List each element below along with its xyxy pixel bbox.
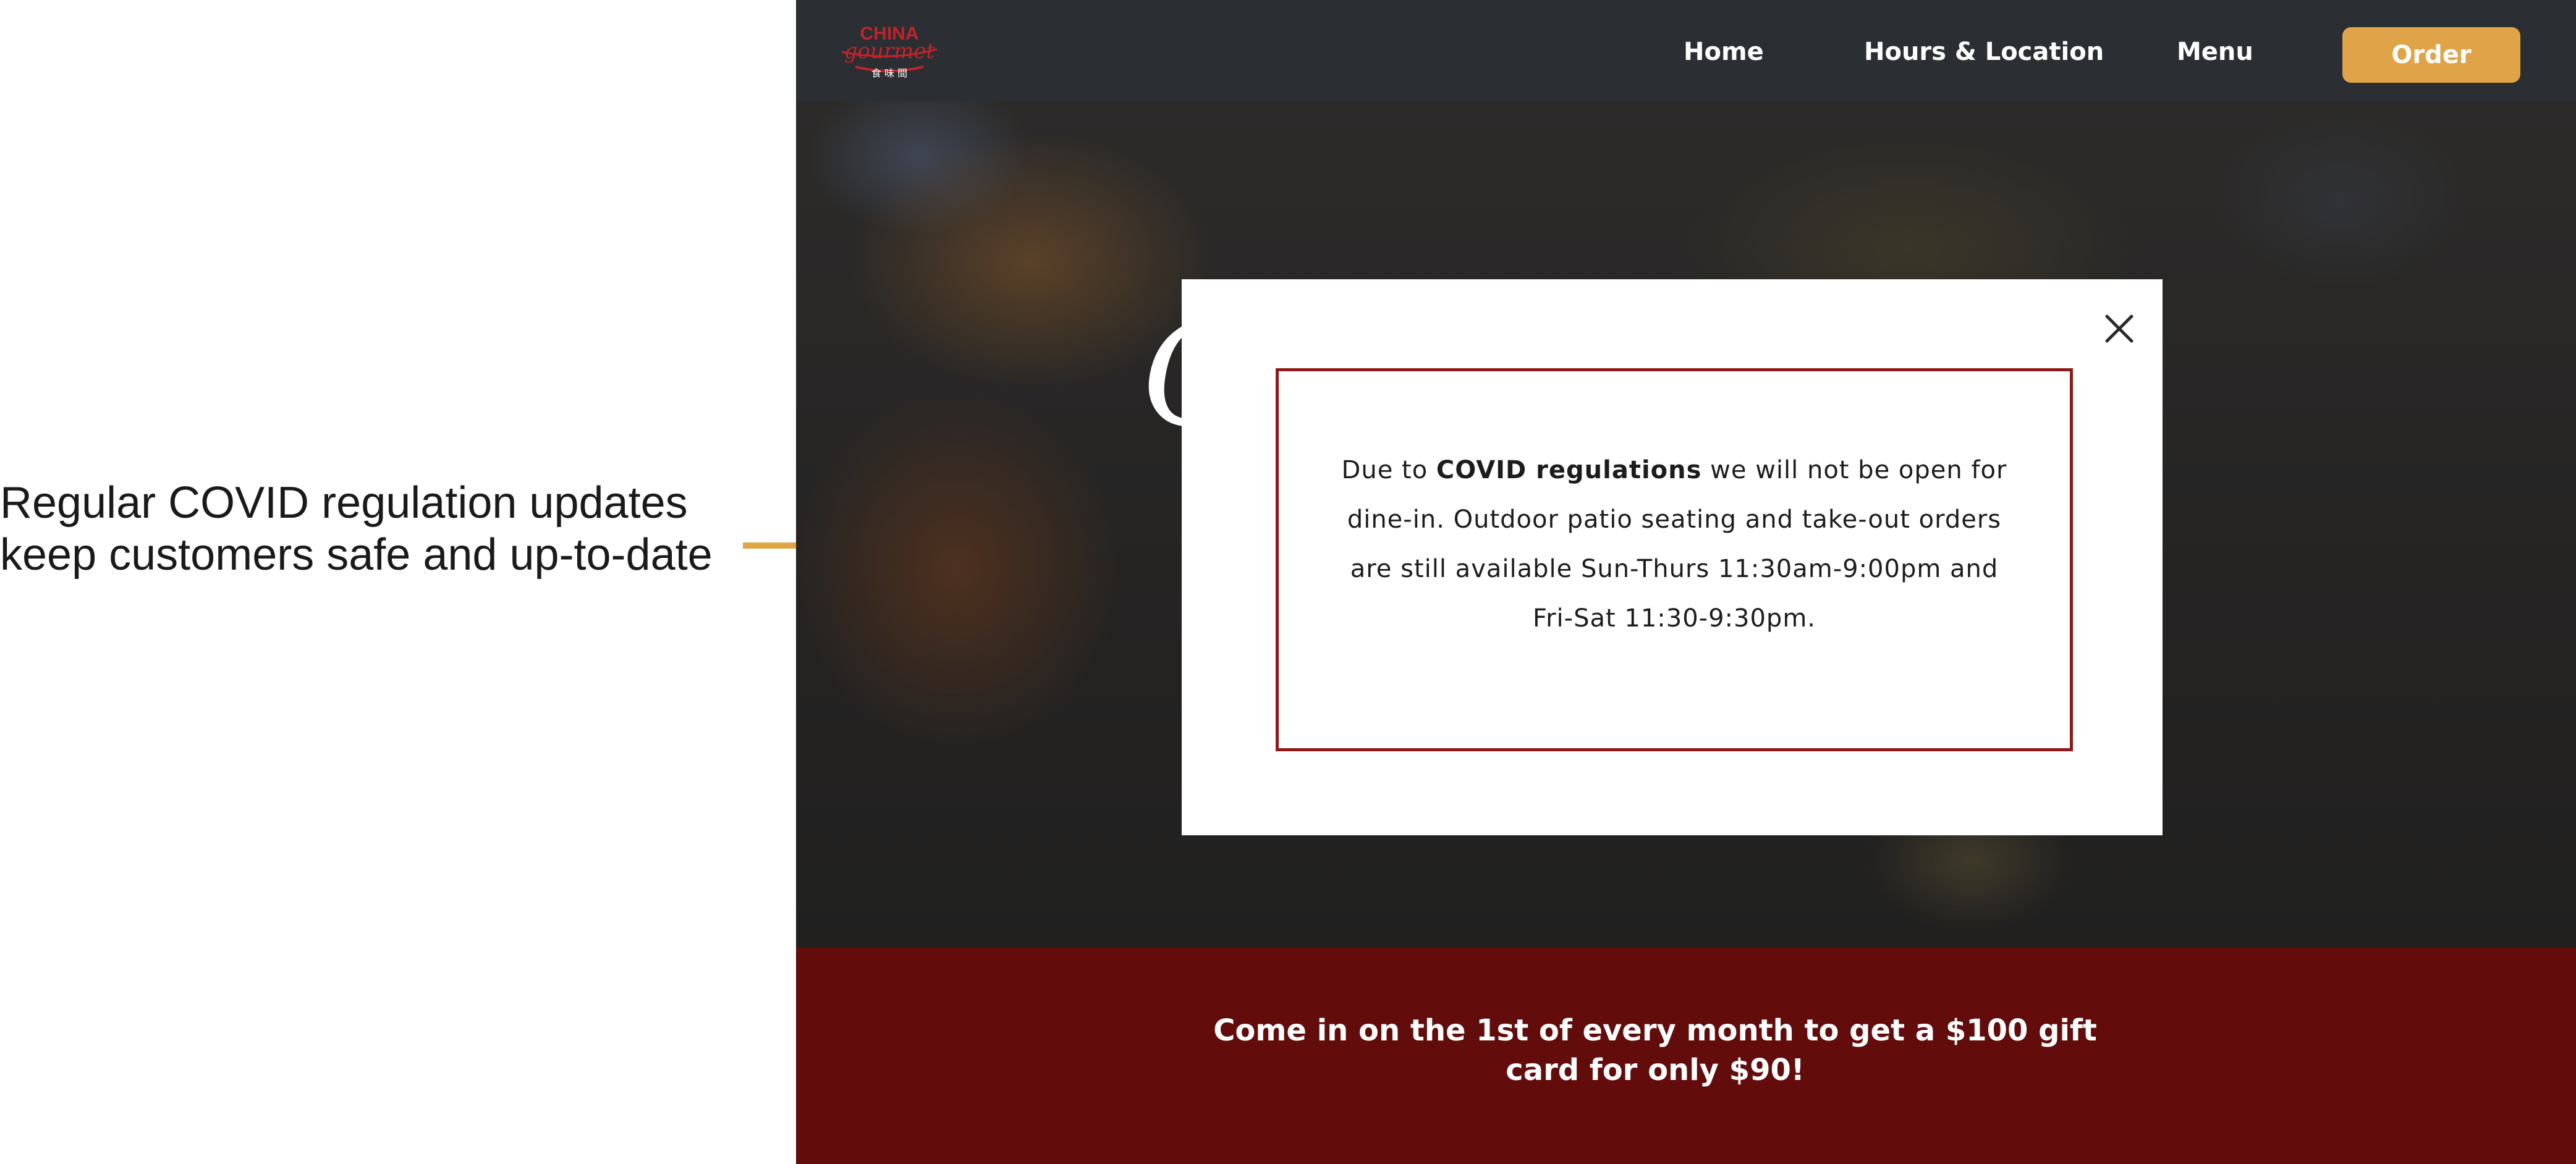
notice-box: Due to COVID regulations we will not be … [1276,368,2073,751]
nav-menu-link[interactable]: Menu [2177,35,2253,69]
notice-text-intro: Due to [1341,456,1436,484]
close-icon[interactable] [2102,311,2137,346]
nav-hours-location-link[interactable]: Hours & Location [1864,35,2104,69]
annotation-line-2: keep customers safe and up-to-date [0,530,713,580]
logo-text-gourmet: gourmet [844,39,935,64]
china-gourmet-logo[interactable]: CHINA gourmet 食 味 間 [837,19,942,80]
website-screenshot: CHINA gourmet 食 味 間 Home Hours & Locatio… [796,0,2576,1164]
nav-home-link[interactable]: Home [1684,35,1764,69]
promo-banner: Come in on the 1st of every month to get… [796,948,2576,1164]
covid-notice-modal: Due to COVID regulations we will not be … [1182,279,2163,835]
covid-notice-text: Due to COVID regulations we will not be … [1334,445,2014,643]
promo-text: Come in on the 1st of every month to get… [1213,1013,2097,1087]
annotation-caption: Regular COVID regulation updates keep cu… [0,477,742,581]
annotation-line-1: Regular COVID regulation updates [0,478,688,528]
navbar: CHINA gourmet 食 味 間 Home Hours & Locatio… [796,0,2576,101]
hero-section: C t Due to COVID regulations we will not… [796,101,2576,948]
order-button[interactable]: Order [2342,27,2520,83]
presentation-canvas: Regular COVID regulation updates keep cu… [0,0,2576,1164]
notice-text-bold: COVID regulations [1436,456,1702,484]
logo-text-chinese: 食 味 間 [871,67,907,79]
